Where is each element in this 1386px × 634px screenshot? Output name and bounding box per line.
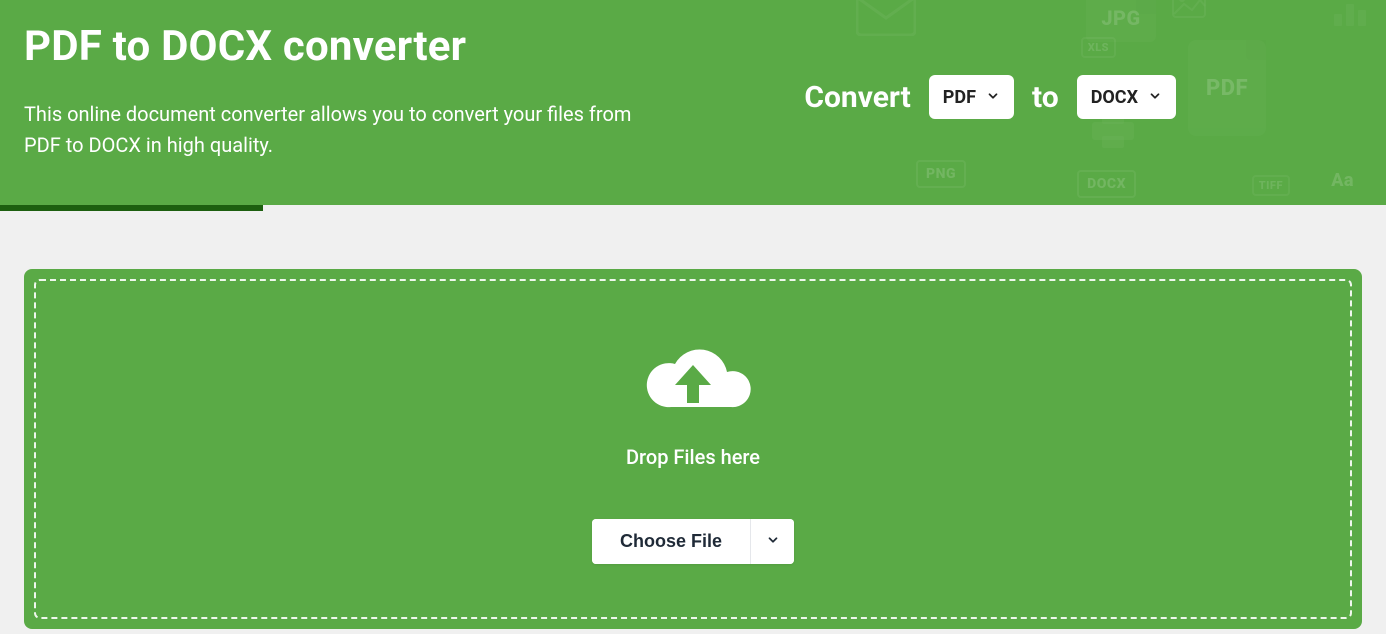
chevron-down-icon	[1148, 87, 1162, 108]
convert-bar: Convert PDF to DOCX	[804, 75, 1176, 119]
file-dropzone[interactable]: Drop Files here Choose File	[34, 279, 1352, 619]
cloud-upload-icon	[633, 335, 753, 425]
choose-file-group: Choose File	[592, 519, 794, 564]
dropzone-label: Drop Files here	[626, 445, 760, 469]
font-icon: Aa	[1331, 170, 1354, 191]
hero-banner: PDF to DOCX converter This online docume…	[0, 0, 1386, 205]
docx-file-icon: DOCX	[1077, 170, 1136, 198]
convert-from-select[interactable]: PDF	[929, 75, 1014, 119]
convert-verb: Convert	[804, 80, 910, 115]
convert-to-label: to	[1032, 80, 1059, 115]
progress-track	[0, 205, 1386, 211]
page-title: PDF to DOCX converter	[24, 22, 1362, 71]
page-subtitle: This online document converter allows yo…	[24, 99, 664, 161]
convert-from-value: PDF	[943, 87, 976, 108]
upload-stage: Drop Files here Choose File	[24, 269, 1362, 629]
chevron-down-icon	[986, 87, 1000, 108]
tiff-file-icon: TIFF	[1252, 174, 1290, 196]
convert-to-select[interactable]: DOCX	[1077, 75, 1176, 119]
choose-file-button[interactable]: Choose File	[592, 519, 750, 564]
image-icon	[1172, 0, 1206, 22]
choose-file-more-button[interactable]	[750, 519, 794, 564]
chevron-down-icon	[766, 531, 780, 552]
convert-to-value: DOCX	[1091, 87, 1138, 108]
png-file-icon: PNG	[916, 160, 966, 188]
progress-fill	[0, 205, 263, 211]
